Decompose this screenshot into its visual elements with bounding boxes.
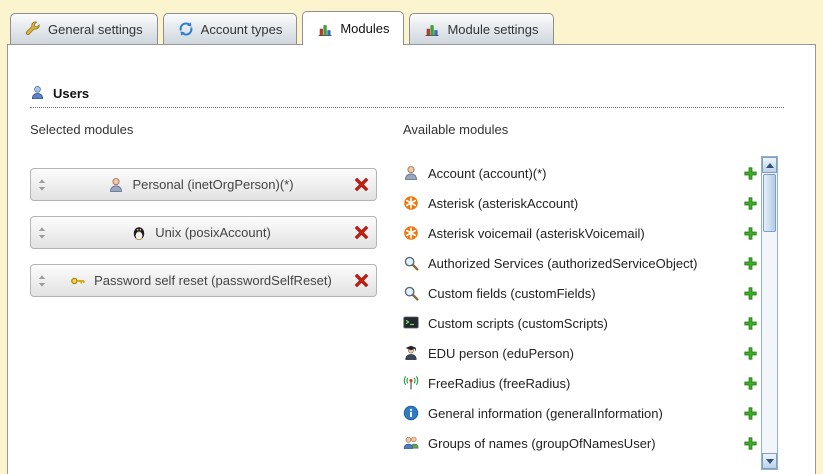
available-module-label: Custom scripts (customScripts) (428, 316, 608, 331)
chevron-up-icon (766, 163, 774, 168)
available-module-row: Asterisk (asteriskAccount) (403, 188, 757, 218)
available-module-label: Account (account)(*) (428, 166, 547, 181)
available-module-label: Asterisk (asteriskAccount) (428, 196, 578, 211)
add-module-button[interactable] (744, 377, 757, 390)
selected-module: Personal (inetOrgPerson)(*) (48, 177, 354, 193)
add-module-button[interactable] (744, 407, 757, 420)
chart-icon (317, 21, 333, 37)
add-module-button[interactable] (744, 347, 757, 360)
add-module-button[interactable] (744, 227, 757, 240)
drag-handle-icon[interactable] (38, 179, 48, 191)
sync-icon (178, 21, 194, 37)
available-module-row: Custom fields (customFields) (403, 278, 757, 308)
terminal-icon (403, 315, 419, 331)
wrench-icon (25, 21, 41, 37)
available-module-row: Custom scripts (customScripts) (403, 308, 757, 338)
add-module-button[interactable] (744, 257, 757, 270)
tab-modules[interactable]: Modules (302, 11, 404, 45)
person-icon (403, 165, 419, 181)
tab-bar: General settings Account types Modules (0, 0, 823, 44)
available-module-row: Account (account)(*) (403, 158, 757, 188)
section-heading: Users (30, 85, 815, 101)
group-icon (403, 435, 419, 451)
tab-label: Modules (340, 21, 389, 36)
selected-module-label: Personal (inetOrgPerson)(*) (132, 177, 293, 192)
section-title: Users (53, 86, 89, 101)
available-module-label: EDU person (eduPerson) (428, 346, 574, 361)
available-module-row: Groups of names (groupOfNamesUser) (403, 428, 757, 458)
available-module-label: FreeRadius (freeRadius) (428, 376, 570, 391)
chevron-down-icon (766, 459, 774, 464)
add-module-button[interactable] (744, 167, 757, 180)
selected-modules-heading: Selected modules (30, 122, 403, 138)
selected-module-row: Password self reset (passwordSelfReset) (30, 264, 377, 297)
tab-label: Module settings (447, 22, 538, 37)
available-module-label: Groups of names (groupOfNamesUser) (428, 436, 656, 451)
selected-module-label: Unix (posixAccount) (155, 225, 271, 240)
vertical-scrollbar (761, 156, 778, 470)
available-modules-column: Available modules Account (account)(*) (403, 122, 778, 470)
penguin-icon (131, 225, 147, 241)
selected-module: Unix (posixAccount) (48, 225, 354, 241)
available-module-label: General information (generalInformation) (428, 406, 663, 421)
selected-module-row: Unix (posixAccount) (30, 216, 377, 249)
available-module-row: General information (generalInformation) (403, 398, 757, 428)
user-icon (30, 85, 46, 101)
available-module-label: Authorized Services (authorizedServiceOb… (428, 256, 698, 271)
antenna-icon (403, 375, 419, 391)
remove-module-button[interactable] (354, 225, 369, 240)
chart-icon (424, 21, 440, 37)
remove-module-button[interactable] (354, 273, 369, 288)
selected-modules-column: Selected modules Personal (inetOrgPerson… (30, 122, 403, 470)
add-module-button[interactable] (744, 287, 757, 300)
available-module-row: EDU person (eduPerson) (403, 338, 757, 368)
selected-module-label: Password self reset (passwordSelfReset) (94, 273, 332, 288)
add-module-button[interactable] (744, 317, 757, 330)
available-module-row: FreeRadius (freeRadius) (403, 368, 757, 398)
available-modules-heading: Available modules (403, 122, 778, 138)
info-icon (403, 405, 419, 421)
add-module-button[interactable] (744, 437, 757, 450)
add-module-button[interactable] (744, 197, 757, 210)
graduate-icon (403, 345, 419, 361)
content-panel: Users Selected modules Personal (inetOr (7, 44, 816, 474)
scroll-up-button[interactable] (762, 157, 777, 173)
tab-label: General settings (48, 22, 143, 37)
scrollbar-thumb[interactable] (763, 174, 776, 232)
dotted-divider (30, 106, 784, 108)
key-icon (70, 273, 86, 289)
tab-module-settings[interactable]: Module settings (409, 13, 553, 44)
remove-module-button[interactable] (354, 177, 369, 192)
tab-label: Account types (201, 22, 283, 37)
tab-general-settings[interactable]: General settings (10, 13, 158, 44)
available-module-label: Custom fields (customFields) (428, 286, 596, 301)
available-module-label: Asterisk voicemail (asteriskVoicemail) (428, 226, 645, 241)
magnifier-icon (403, 285, 419, 301)
tab-account-types[interactable]: Account types (163, 13, 298, 44)
available-modules-body: Account (account)(*) Asterisk (ast (403, 156, 778, 470)
scroll-down-button[interactable] (762, 453, 777, 469)
asterisk-icon (403, 225, 419, 241)
available-modules-list: Account (account)(*) Asterisk (ast (403, 156, 757, 470)
drag-handle-icon[interactable] (38, 275, 48, 287)
asterisk-icon (403, 195, 419, 211)
selected-module-row: Personal (inetOrgPerson)(*) (30, 168, 377, 201)
scrollbar-track[interactable] (762, 233, 777, 453)
available-module-row: Asterisk voicemail (asteriskVoicemail) (403, 218, 757, 248)
available-module-row: Authorized Services (authorizedServiceOb… (403, 248, 757, 278)
magnifier-icon (403, 255, 419, 271)
modules-columns: Selected modules Personal (inetOrgPerson… (30, 122, 778, 470)
selected-module: Password self reset (passwordSelfReset) (48, 273, 354, 289)
person-icon (108, 177, 124, 193)
drag-handle-icon[interactable] (38, 227, 48, 239)
